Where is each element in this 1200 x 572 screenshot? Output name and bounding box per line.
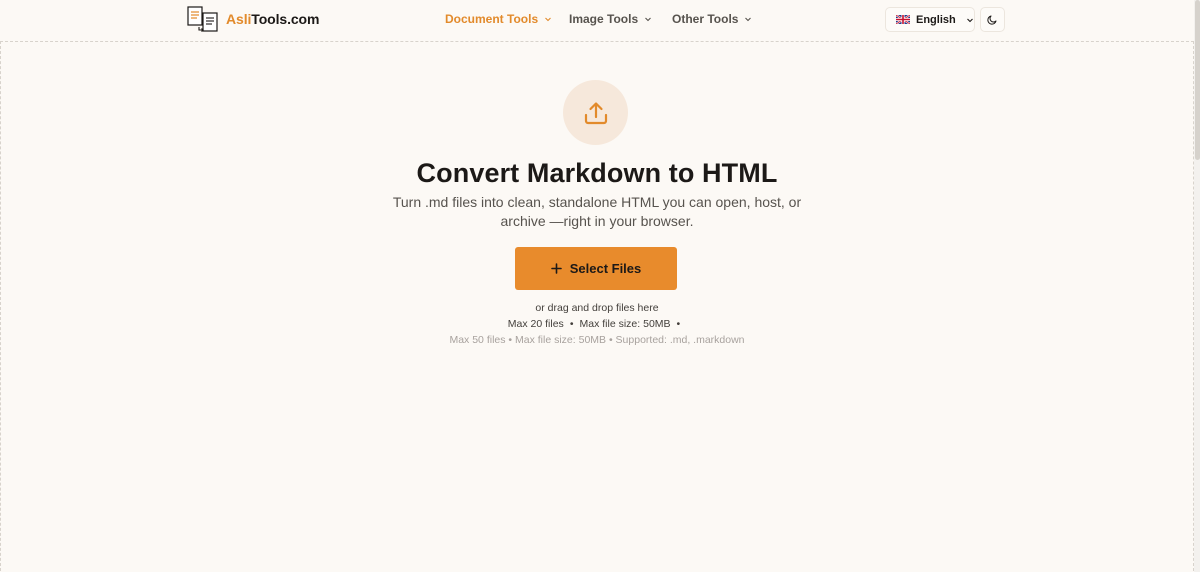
logo-text-accent: Asli [226, 11, 252, 27]
upload-icon [584, 101, 607, 124]
plus-icon [550, 263, 562, 274]
logo-text-rest: Tools.com [251, 11, 320, 27]
nav-other-tools-label: Other Tools [672, 12, 739, 26]
chevron-down-icon [645, 17, 652, 22]
upload-icon-container [563, 80, 628, 145]
max-files-text: Max 20 files [507, 318, 564, 330]
separator-dot: • [676, 318, 681, 330]
page-scrollbar[interactable] [1194, 0, 1200, 572]
nav-image-tools[interactable]: Image Tools [569, 12, 652, 26]
language-label: English [916, 13, 956, 26]
logo-text: AsliTools.com [226, 11, 319, 27]
select-files-button[interactable]: Select Files [515, 247, 677, 290]
select-files-label: Select Files [569, 261, 642, 276]
chevron-down-icon [745, 17, 752, 22]
scrollbar-thumb[interactable] [1195, 0, 1200, 160]
nav-document-tools[interactable]: Document Tools [445, 12, 552, 26]
uk-flag-icon [896, 15, 910, 24]
language-selector[interactable]: English [885, 7, 975, 32]
page-subtitle: Turn .md files into clean, standalone HT… [392, 194, 802, 229]
chevron-down-icon [966, 18, 973, 22]
max-size-text: Max file size: 50MB [579, 318, 671, 330]
upload-limits-line-1: Max 20 files • Max file size: 50MB • [0, 318, 1194, 330]
site-logo[interactable]: AsliTools.com [186, 5, 319, 33]
site-header: AsliTools.com Document Tools Image Tools… [0, 0, 1194, 40]
page-title: Convert Markdown to HTML [416, 158, 778, 188]
moon-icon [987, 15, 997, 25]
page: AsliTools.com Document Tools Image Tools… [0, 0, 1200, 572]
drag-drop-hint: or drag and drop files here [535, 302, 659, 314]
upload-limits-line-2: Max 50 files • Max file size: 50MB • Sup… [449, 334, 745, 346]
nav-other-tools[interactable]: Other Tools [672, 12, 752, 26]
chevron-down-icon [545, 17, 552, 22]
nav-image-tools-label: Image Tools [569, 12, 639, 26]
nav-document-tools-label: Document Tools [445, 12, 539, 26]
separator-dot: • [569, 318, 574, 330]
theme-toggle-button[interactable] [980, 7, 1005, 32]
document-convert-icon [187, 6, 218, 32]
